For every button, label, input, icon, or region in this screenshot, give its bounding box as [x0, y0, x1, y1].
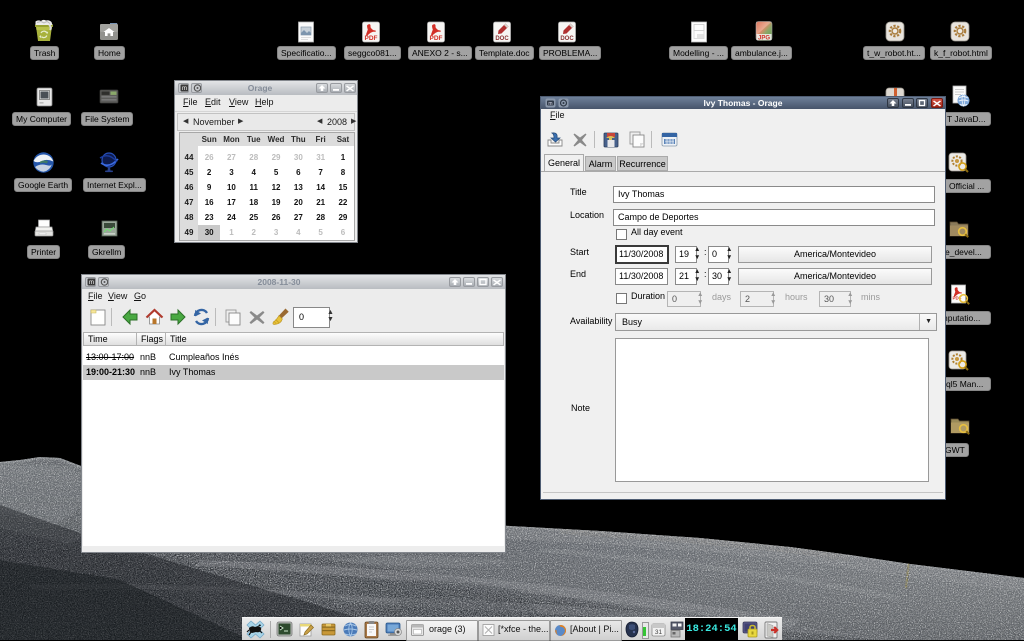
- svg-text:m: m: [89, 280, 94, 286]
- svg-text:31: 31: [655, 629, 663, 636]
- svg-text:m: m: [182, 86, 187, 92]
- svg-text:m: m: [548, 101, 552, 107]
- svg-text:DOC: DOC: [560, 36, 574, 42]
- svg-text:PDF: PDF: [365, 35, 378, 42]
- svg-text:DOC: DOC: [495, 36, 509, 42]
- svg-text:PDF: PDF: [430, 35, 443, 42]
- svg-text:JPG: JPG: [758, 35, 770, 41]
